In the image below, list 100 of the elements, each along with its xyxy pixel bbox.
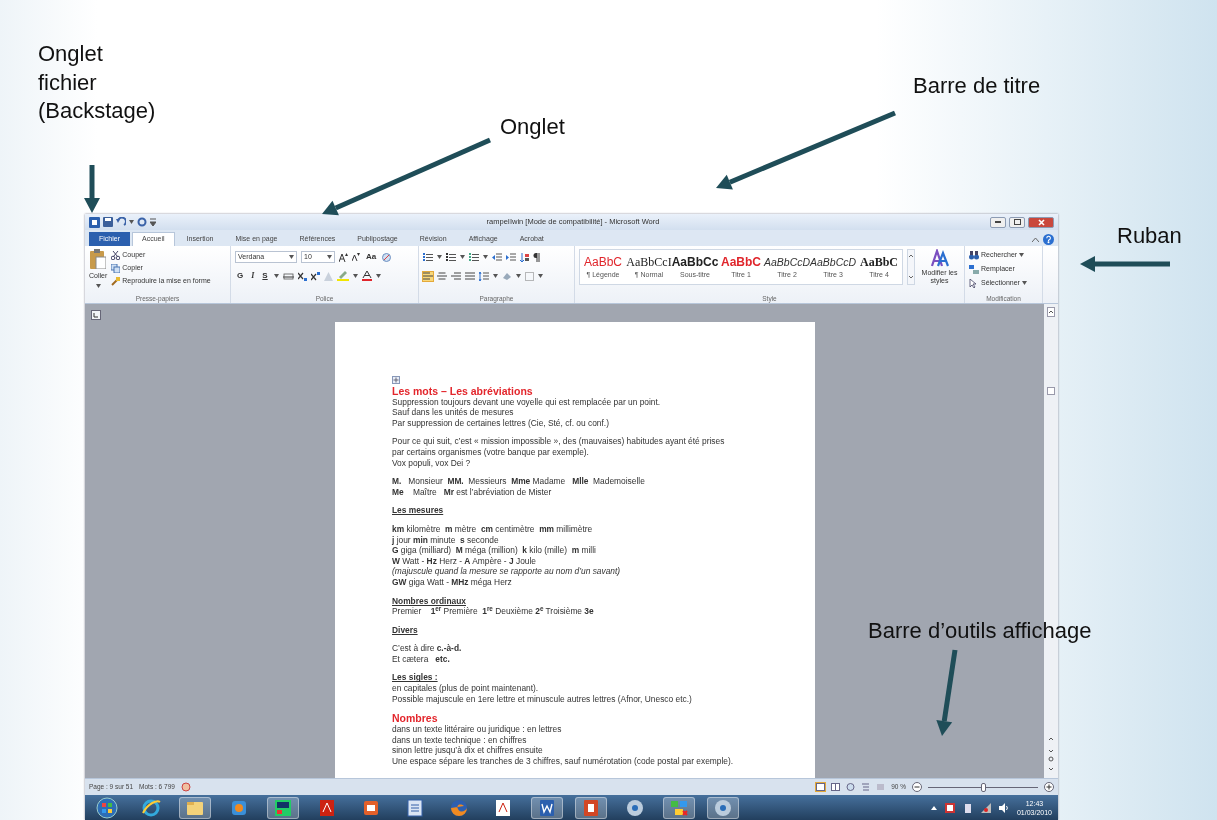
underline-button[interactable]: S <box>260 272 270 280</box>
text-line: Sauf dans les unités de mesures <box>392 407 515 418</box>
copy-icon <box>111 263 121 273</box>
flag-icon[interactable] <box>944 802 955 813</box>
speaker-icon[interactable] <box>998 802 1009 813</box>
heading: Les mots – Les abréviations <box>392 384 534 397</box>
text-line: Et cætera etc. <box>392 653 451 665</box>
caret-icon[interactable] <box>1019 253 1025 257</box>
text-line: j jour min minute s seconde <box>392 534 500 546</box>
heading: Les mesures <box>392 505 445 516</box>
text-line: Une espace sépare les tranches de 3 chiffres, sauf numérotation (code postal par exemple). <box>392 756 735 767</box>
annotation-label: Onglet <box>500 113 565 141</box>
numbering-icon[interactable] <box>446 252 456 262</box>
font-color-icon[interactable] <box>361 271 372 281</box>
zoom-in-icon[interactable] <box>1044 782 1054 792</box>
ruler-toggle-icon[interactable] <box>91 310 101 321</box>
strikethrough-icon[interactable] <box>282 272 294 280</box>
text-line: dans un texte technique : en chiffres <box>392 734 528 746</box>
caret-icon[interactable] <box>483 255 488 259</box>
clipboard-icon <box>90 249 107 269</box>
caret-icon[interactable] <box>437 255 442 259</box>
reading-view-icon[interactable] <box>831 783 841 791</box>
collapse-icon[interactable] <box>1032 236 1039 242</box>
annotation-label: Barre de titre <box>913 72 1041 100</box>
word-icon[interactable] <box>89 216 100 228</box>
superscript-icon[interactable] <box>310 271 320 281</box>
close-button[interactable] <box>1028 216 1054 228</box>
minimize-icon <box>995 221 1001 223</box>
text-line: W Watt - Hz Herz - A Ampère - J Joule <box>392 555 538 567</box>
text-line: G giga (milliard) M méga (million) k kilo (mille) m milli <box>392 545 597 556</box>
heading: Nombres ordinaux <box>392 595 467 607</box>
caret-icon[interactable] <box>129 220 134 224</box>
annotation-label: Ruban <box>1117 222 1182 250</box>
document-icon[interactable] <box>404 796 426 819</box>
scroll-thumb-icon[interactable] <box>1047 387 1055 395</box>
decrease-indent-icon[interactable] <box>492 252 502 262</box>
maximize-button[interactable] <box>1009 216 1025 228</box>
annotation-label: Barre d’outils affichage <box>868 617 1092 645</box>
print-layout-icon[interactable] <box>816 783 826 791</box>
caret-icon[interactable] <box>273 274 279 278</box>
text-line: par certains organismes (votre banque par exemple). <box>392 446 590 458</box>
text-line: C’est à dire c.-à-d. <box>392 643 463 654</box>
caret-icon[interactable] <box>460 255 465 259</box>
start-button[interactable] <box>96 796 118 819</box>
text-line: M. Monsieur MM. Messieurs Mme Madame Mlle Mademoiselle <box>392 476 646 487</box>
battery-icon[interactable] <box>962 802 973 813</box>
annotation-label: Onglet fichier (Backstage) <box>38 40 157 126</box>
replace-icon <box>969 264 979 274</box>
zoom-out-icon[interactable] <box>912 782 922 792</box>
caret-icon[interactable] <box>327 255 332 259</box>
undo-icon[interactable] <box>116 217 126 227</box>
binoculars-icon <box>969 250 979 260</box>
paragraph-marks-icon[interactable] <box>533 252 540 262</box>
bullets-icon[interactable] <box>423 252 433 262</box>
clear-format-icon[interactable] <box>382 252 392 262</box>
justify-icon[interactable] <box>465 271 475 281</box>
bold-button[interactable]: G <box>235 272 246 280</box>
gallery-scroll-icon[interactable] <box>907 249 915 285</box>
brush-icon <box>111 276 121 286</box>
save-icon[interactable] <box>103 217 113 227</box>
text-line: Pour ce qui suit, c’est « mission impossible », des (mauvaises) habitudes ayant été prises <box>392 436 726 447</box>
show-hidden-icon[interactable] <box>930 805 937 810</box>
caret-icon[interactable] <box>95 283 101 288</box>
caret-icon[interactable] <box>352 274 358 278</box>
table-handle-icon[interactable] <box>392 375 400 384</box>
text-line: km kilomètre m mètre cm centimètre mm millimètre <box>392 523 594 535</box>
caret-icon[interactable] <box>493 274 498 278</box>
web-layout-icon[interactable] <box>846 783 856 791</box>
scroll-up-icon[interactable] <box>1047 307 1055 317</box>
styles-icon <box>930 249 949 267</box>
shrink-font-icon[interactable] <box>352 253 360 261</box>
text-line: Suppression toujours devant une voyelle qui est remplacée par un point. <box>392 396 662 408</box>
sort-icon[interactable] <box>520 252 529 262</box>
text-line: Vox populi, vox Dei ? <box>392 457 472 469</box>
text-line: GW giga Watt - MHz méga Herz <box>392 576 513 588</box>
multilevel-list-icon[interactable] <box>469 252 479 262</box>
caret-icon[interactable] <box>375 274 381 278</box>
align-center-icon[interactable] <box>437 271 447 281</box>
customize-icon[interactable] <box>150 218 156 226</box>
subscript-icon[interactable] <box>297 271 307 281</box>
help-icon[interactable] <box>1043 233 1054 245</box>
close-icon <box>1037 218 1045 226</box>
network-status-icon[interactable] <box>980 802 991 813</box>
align-right-icon[interactable] <box>451 271 461 281</box>
italic-button[interactable]: I <box>249 272 257 280</box>
text-line: Premier 1$^{er}$ Première 1$^{re}$ Deuxième 2$^{e}$ Troisième 3e <box>392 606 595 617</box>
line-spacing-icon[interactable] <box>479 271 489 281</box>
slider-thumb[interactable] <box>980 782 986 792</box>
text-line: Par suppression de certaines lettres (Cie, Sté, cf. ou conf.) <box>392 417 610 429</box>
change-case-button[interactable]: Aa <box>364 253 379 261</box>
caret-icon[interactable] <box>516 274 521 278</box>
caret-icon[interactable] <box>289 255 294 259</box>
increase-indent-icon[interactable] <box>506 252 516 262</box>
annotation-arrow <box>84 165 100 213</box>
caret-icon[interactable] <box>538 274 543 278</box>
minimize-button[interactable] <box>990 216 1006 228</box>
grow-font-icon[interactable] <box>339 252 348 262</box>
proofing-icon[interactable] <box>180 782 191 792</box>
caret-icon[interactable] <box>1021 281 1027 285</box>
heading: Divers <box>392 624 419 636</box>
